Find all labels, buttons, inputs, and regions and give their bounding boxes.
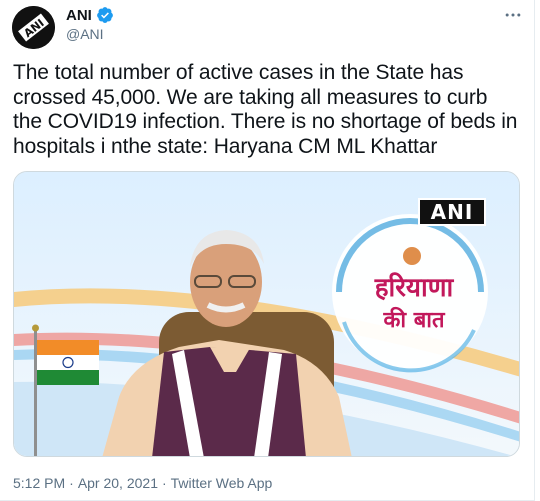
meta-separator: · [69,475,74,491]
verified-badge-icon [96,6,114,24]
tweet-metadata: 5:12 PM · Apr 20, 2021 · Twitter Web App [13,475,272,491]
program-logo-subtitle: की बात [383,307,445,333]
ani-logo-icon: ANI [12,6,55,49]
tweet-source: Twitter Web App [170,475,273,491]
tweet-date[interactable]: Apr 20, 2021 [78,475,158,491]
author-name[interactable]: ANI [66,7,92,24]
tweet-time[interactable]: 5:12 PM [13,475,65,491]
ani-watermark: ANI [418,198,486,226]
more-options-icon[interactable] [502,4,524,26]
account-avatar[interactable]: ANI [12,6,55,49]
tweet-card: ANI ANI @ANI The total number of active … [0,0,540,501]
tweet-media-image[interactable]: ANI हरियाणा की बात [13,171,520,457]
author-name-row: ANI [66,6,114,24]
card-border-right [534,0,535,501]
program-logo-title: हरियाणा [374,273,454,303]
meta-separator: · [161,475,167,491]
tweet-text: The total number of active cases in the … [13,61,518,158]
author-handle[interactable]: @ANI [66,26,104,42]
emblem-icon [403,247,421,265]
